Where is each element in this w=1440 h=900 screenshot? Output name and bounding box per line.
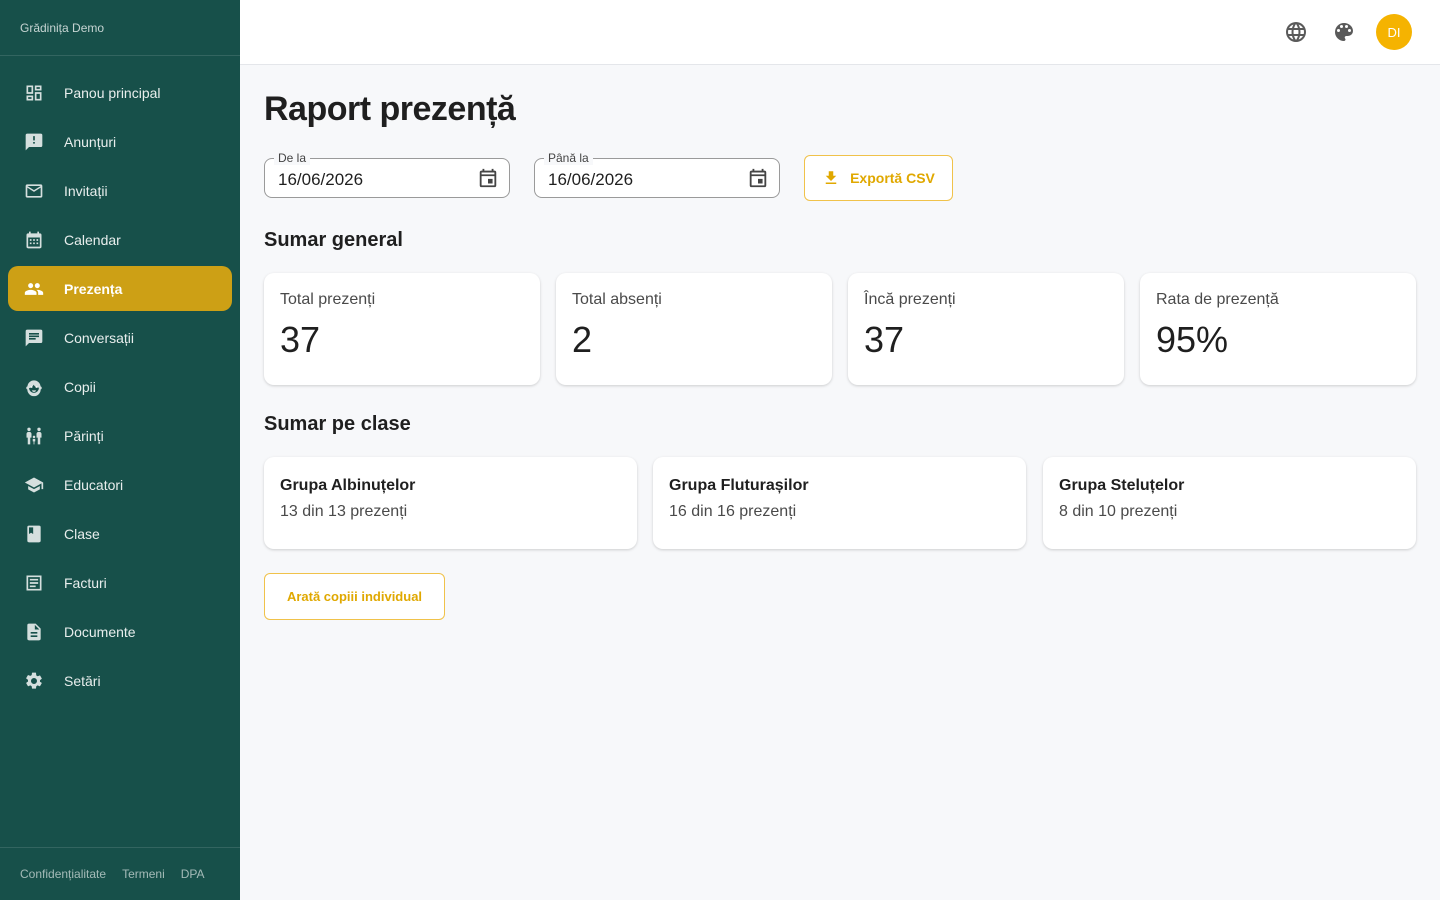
document-icon [24,622,44,642]
class-name: Grupa Albinuțelor [280,477,416,494]
stat-label: Rata de prezență [1156,291,1279,308]
stat-label: Încă prezenți [864,291,956,308]
from-date-label: De la [274,151,311,165]
to-date-label: Până la [544,151,593,165]
sidebar-item-calendar[interactable]: Calendar [8,217,232,262]
sidebar-item-classes[interactable]: Clase [8,511,232,556]
to-date-value: 16/06/2026 [548,170,634,189]
book-icon [24,524,44,544]
sidebar-nav: Panou principal Anunțuri Invitații Calen… [0,56,240,703]
class-attendance: 8 din 10 prezenți [1059,503,1178,520]
sidebar-item-label: Facturi [64,574,107,591]
avatar[interactable]: DI [1376,14,1412,50]
stat-label: Total absenți [572,291,662,308]
stat-value: 37 [864,319,905,360]
calendar-picker-icon[interactable] [747,167,769,189]
class-card: Grupa Albinuțelor 13 din 13 prezenți [264,457,637,549]
child-face-icon [24,377,44,397]
show-children-label: Arată copiii individual [286,589,423,604]
sidebar-item-settings[interactable]: Setări [8,658,232,703]
topbar: DI [240,0,1440,65]
from-date-field[interactable]: De la 16/06/2026 [264,151,510,198]
sidebar-item-label: Prezența [64,280,123,297]
family-icon [24,426,44,446]
sidebar-item-label: Setări [64,672,101,689]
show-children-button[interactable]: Arată copiii individual [264,573,445,620]
sidebar-item-attendance[interactable]: Prezența [8,266,232,311]
calendar-picker-icon[interactable] [477,167,499,189]
globe-icon[interactable] [1284,20,1308,44]
stat-card-attendance-rate: Rata de prezență 95% [1140,273,1416,385]
terms-link[interactable]: Termeni [122,867,165,881]
announcement-icon [24,132,44,152]
mail-icon [24,181,44,201]
stat-card-still-present: Încă prezenți 37 [848,273,1124,385]
to-date-field[interactable]: Până la 16/06/2026 [534,151,780,198]
export-csv-button[interactable]: Exportă CSV [804,155,953,201]
sidebar-item-educators[interactable]: Educatori [8,462,232,507]
palette-icon[interactable] [1332,20,1356,44]
sidebar-item-label: Conversații [64,329,135,346]
sidebar-item-label: Clase [64,525,100,542]
page-title: Raport prezență [264,90,516,128]
class-attendance: 13 din 13 prezenți [280,503,408,520]
sidebar-item-label: Documente [64,623,136,640]
stat-value: 95% [1156,319,1229,360]
sidebar-item-label: Panou principal [64,84,161,101]
calendar-icon [24,230,44,250]
sidebar-item-label: Copii [64,378,96,395]
dashboard-icon [24,83,44,103]
privacy-link[interactable]: Confidențialitate [20,867,106,881]
sidebar-item-invitations[interactable]: Invitații [8,168,232,213]
stat-value: 2 [572,319,593,360]
from-date-value: 16/06/2026 [278,170,364,189]
class-name: Grupa Steluțelor [1059,477,1185,494]
sidebar-footer: Confidențialitate Termeni DPA [0,847,240,900]
sidebar-item-label: Anunțuri [64,133,117,150]
stat-card-absent: Total absenți 2 [556,273,832,385]
sidebar-item-conversations[interactable]: Conversații [8,315,232,360]
sidebar-item-label: Părinți [64,427,104,444]
class-name: Grupa Fluturașilor [669,477,809,494]
sidebar-item-dashboard[interactable]: Panou principal [8,70,232,115]
sidebar-item-announcements[interactable]: Anunțuri [8,119,232,164]
export-csv-label: Exportă CSV [850,170,935,186]
brand-name: Grădinița Demo [0,0,240,56]
sidebar: Grădinița Demo Panou principal Anunțuri … [0,0,240,900]
receipt-icon [24,573,44,593]
summary-title: Sumar general [264,229,403,251]
stat-value: 37 [280,319,321,360]
sidebar-item-parents[interactable]: Părinți [8,413,232,458]
sidebar-item-label: Educatori [64,476,124,493]
settings-icon [24,671,44,691]
people-icon [24,279,44,299]
classes-title: Sumar pe clase [264,413,411,435]
school-icon [24,475,44,495]
sidebar-item-label: Calendar [64,231,121,248]
class-card: Grupa Steluțelor 8 din 10 prezenți [1043,457,1416,549]
download-icon [825,171,837,184]
chat-icon [24,328,44,348]
sidebar-item-label: Invitații [64,182,108,199]
dpa-link[interactable]: DPA [181,867,205,881]
stat-label: Total prezenți [280,291,376,308]
sidebar-item-invoices[interactable]: Facturi [8,560,232,605]
sidebar-item-documents[interactable]: Documente [8,609,232,654]
sidebar-item-children[interactable]: Copii [8,364,232,409]
class-card: Grupa Fluturașilor 16 din 16 prezenți [653,457,1026,549]
stat-card-present: Total prezenți 37 [264,273,540,385]
class-attendance: 16 din 16 prezenți [669,503,797,520]
